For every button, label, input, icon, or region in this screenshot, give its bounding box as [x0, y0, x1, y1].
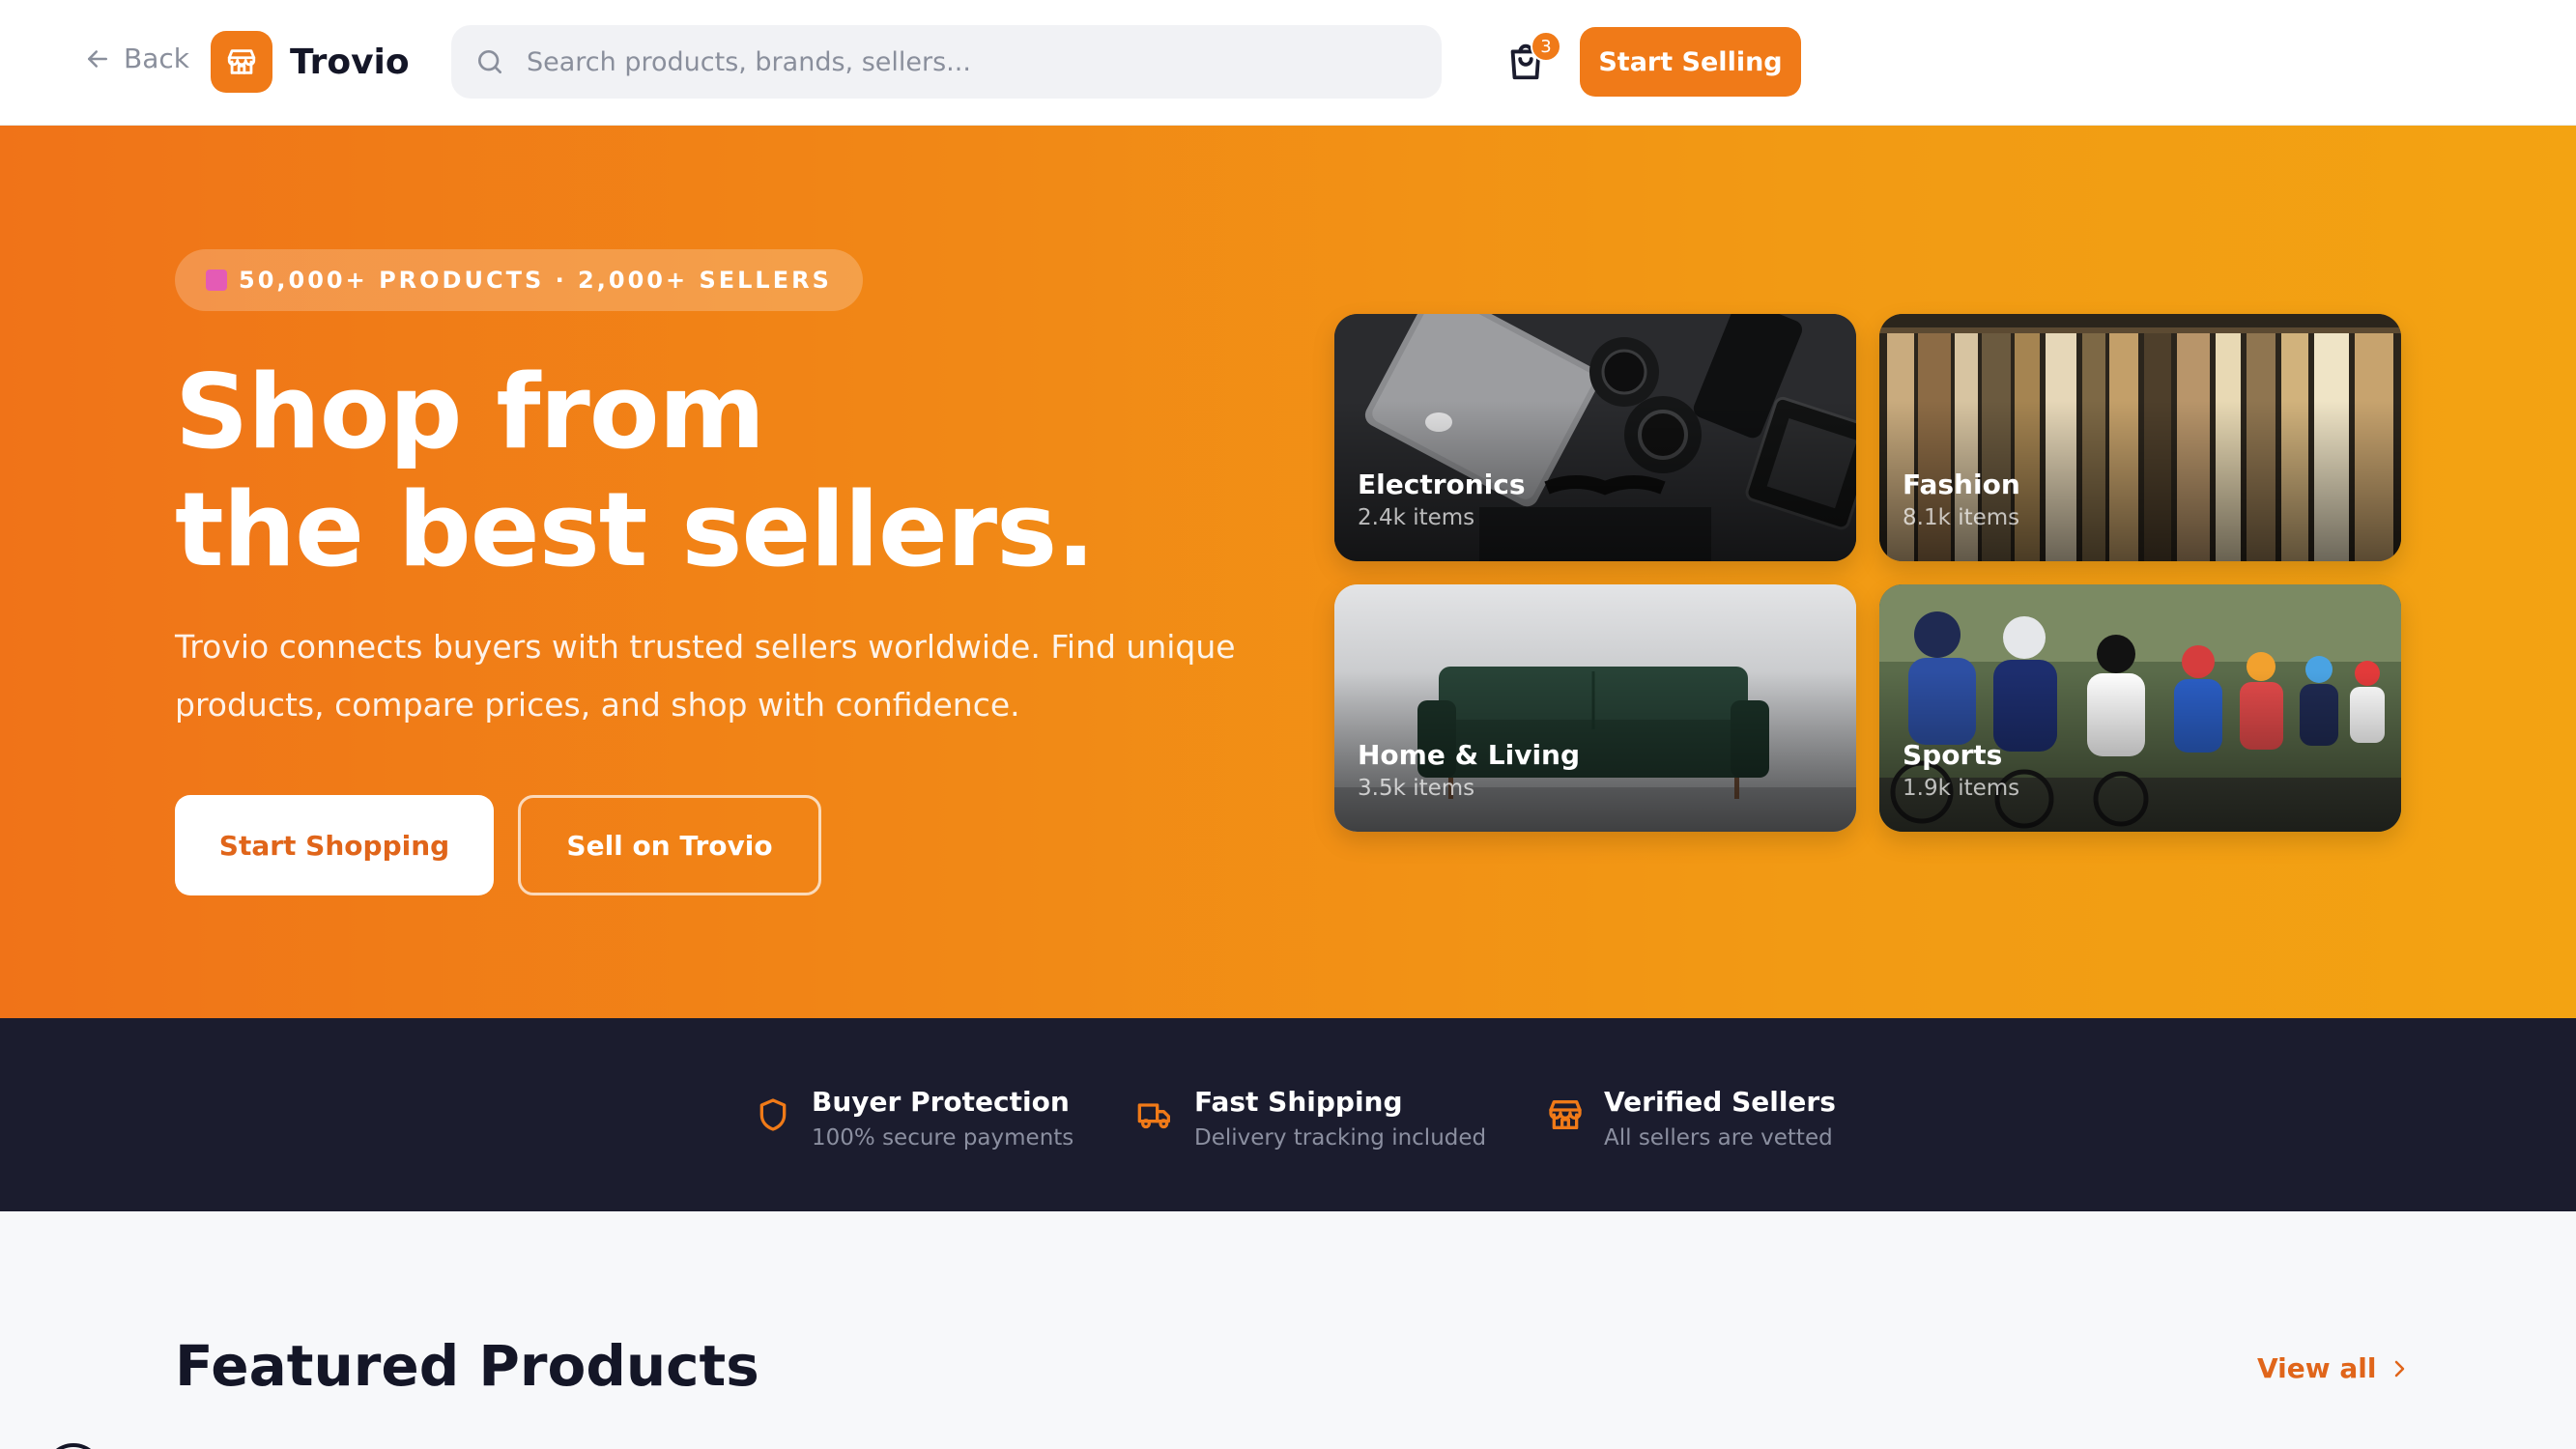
featured-products-title: Featured Products: [175, 1333, 759, 1399]
features-strip: Buyer Protection 100% secure payments Fa…: [0, 1018, 2576, 1211]
stats-badge-label: 50,000+ PRODUCTS · 2,000+ SELLERS: [239, 267, 832, 294]
stats-badge: 50,000+ PRODUCTS · 2,000+ SELLERS: [175, 249, 863, 311]
arrow-left-icon: [88, 49, 107, 68]
view-all-link[interactable]: View all: [2257, 1352, 2411, 1384]
category-card-sports[interactable]: Sports 1.9k items: [1879, 584, 2401, 832]
store-icon: [1549, 1100, 1582, 1129]
shield-icon: [759, 1098, 787, 1131]
top-navbar: Back Trovio 3 Start Selling: [0, 0, 2576, 126]
category-name: Sports: [1903, 739, 2003, 771]
feature-subtitle: Delivery tracking included: [1194, 1125, 1487, 1151]
brand-logo[interactable]: Trovio: [211, 31, 410, 93]
brand-name: Trovio: [290, 42, 410, 82]
chevron-right-icon: [2395, 1360, 2405, 1377]
feature-subtitle: All sellers are vetted: [1604, 1125, 1833, 1151]
hero-title-line-1: Shop from: [175, 353, 765, 471]
sell-on-trovio-button[interactable]: Sell on Trovio: [518, 795, 821, 895]
gift-icon: [206, 270, 227, 291]
search-input[interactable]: [527, 46, 1396, 77]
store-icon: [211, 31, 272, 93]
category-card-electronics[interactable]: Electronics 2.4k items: [1334, 314, 1856, 561]
floating-avatar[interactable]: [44, 1443, 102, 1449]
back-label: Back: [124, 43, 189, 74]
start-shopping-button[interactable]: Start Shopping: [175, 795, 494, 895]
category-card-home-living[interactable]: Home & Living 3.5k items: [1334, 584, 1856, 832]
category-count: 8.1k items: [1903, 505, 2020, 530]
feature-title: Buyer Protection: [812, 1086, 1070, 1118]
feature-title: Fast Shipping: [1194, 1086, 1403, 1118]
hero-title-line-2: the best sellers.: [175, 470, 1096, 589]
cart-button[interactable]: 3: [1503, 31, 1561, 87]
search-icon: [478, 50, 501, 73]
feature-subtitle: 100% secure payments: [812, 1125, 1074, 1151]
cart-count-badge: 3: [1531, 31, 1561, 62]
category-card-fashion[interactable]: Fashion 8.1k items: [1879, 314, 2401, 561]
hero-subtitle: Trovio connects buyers with trusted sell…: [175, 628, 1236, 724]
category-count: 1.9k items: [1903, 776, 2020, 801]
hero-title: Shop from the best sellers.: [175, 354, 1334, 589]
category-count: 2.4k items: [1358, 505, 1475, 530]
category-name: Home & Living: [1358, 739, 1581, 771]
feature-title: Verified Sellers: [1604, 1086, 1836, 1118]
feature-fast-shipping: Fast Shipping Delivery tracking included: [1136, 1086, 1486, 1151]
search-bar[interactable]: [451, 25, 1442, 99]
feature-verified-sellers: Verified Sellers All sellers are vetted: [1546, 1086, 1836, 1151]
truck-icon: [1137, 1103, 1170, 1129]
start-selling-button[interactable]: Start Selling: [1580, 27, 1801, 97]
category-count: 3.5k items: [1358, 776, 1475, 801]
view-all-label: View all: [2257, 1352, 2377, 1384]
category-name: Fashion: [1903, 469, 2020, 500]
category-name: Electronics: [1358, 469, 1526, 500]
hero-section: 50,000+ PRODUCTS · 2,000+ SELLERS Shop f…: [0, 126, 2576, 1018]
feature-buyer-protection: Buyer Protection 100% secure payments: [754, 1086, 1073, 1151]
back-link[interactable]: Back: [83, 43, 189, 74]
